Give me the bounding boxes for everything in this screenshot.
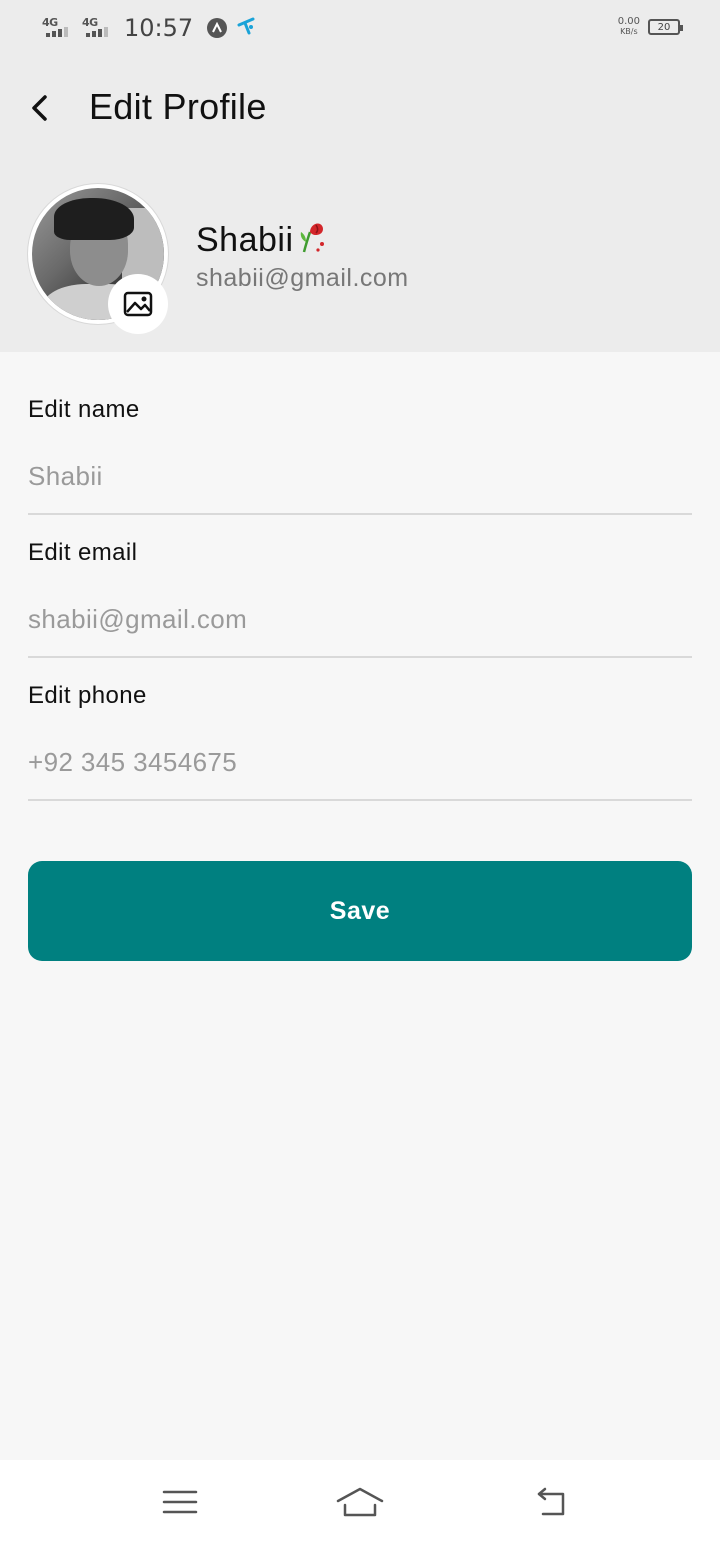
profile-name: Shabii: [196, 221, 294, 259]
name-input[interactable]: [28, 450, 692, 502]
carrier-icon: [235, 15, 257, 42]
battery-level: 20: [657, 21, 671, 33]
app-notification-icon: [207, 18, 228, 38]
page-title: Edit Profile: [89, 86, 267, 127]
profile-name-row: Shabii: [196, 218, 332, 263]
system-back-button[interactable]: [520, 1482, 580, 1522]
network-speed: 0.00 KB/s: [618, 17, 640, 37]
email-field-label: Edit email: [28, 539, 138, 566]
phone-field-group: Edit phone: [28, 682, 692, 710]
recent-apps-button[interactable]: [150, 1482, 210, 1522]
change-photo-button[interactable]: [108, 274, 168, 334]
speed-unit: KB/s: [620, 27, 638, 36]
email-input[interactable]: [28, 593, 692, 645]
status-bar: 4G 4G 10:57 0.00 KB/s 20: [0, 0, 720, 58]
menu-icon: [162, 1490, 198, 1514]
save-button[interactable]: Save: [28, 861, 692, 961]
name-field-label: Edit name: [28, 396, 140, 423]
signal-icon: 4G: [42, 15, 76, 41]
home-button[interactable]: [330, 1482, 390, 1522]
app-header: Edit Profile: [0, 70, 720, 146]
email-divider: [28, 656, 692, 658]
phone-field-label: Edit phone: [28, 682, 147, 709]
battery-icon: 20: [648, 19, 683, 35]
phone-divider: [28, 799, 692, 801]
home-icon: [336, 1487, 384, 1517]
avatar-container: [28, 184, 168, 334]
back-button[interactable]: [20, 88, 60, 128]
name-divider: [28, 513, 692, 515]
speed-value: 0.00: [617, 16, 640, 27]
email-field-group: Edit email: [28, 539, 692, 567]
back-icon: [537, 1487, 565, 1516]
system-nav-bar: [0, 1460, 720, 1544]
phone-input[interactable]: [28, 736, 692, 788]
chevron-left-icon: [32, 95, 47, 121]
wilted-rose-icon: [296, 218, 332, 263]
signal-icon: 4G: [82, 15, 116, 41]
image-icon: [123, 291, 153, 317]
status-time: 10:57: [124, 14, 194, 42]
profile-email: shabii@gmail.com: [196, 264, 409, 292]
name-field-group: Edit name: [28, 396, 692, 424]
